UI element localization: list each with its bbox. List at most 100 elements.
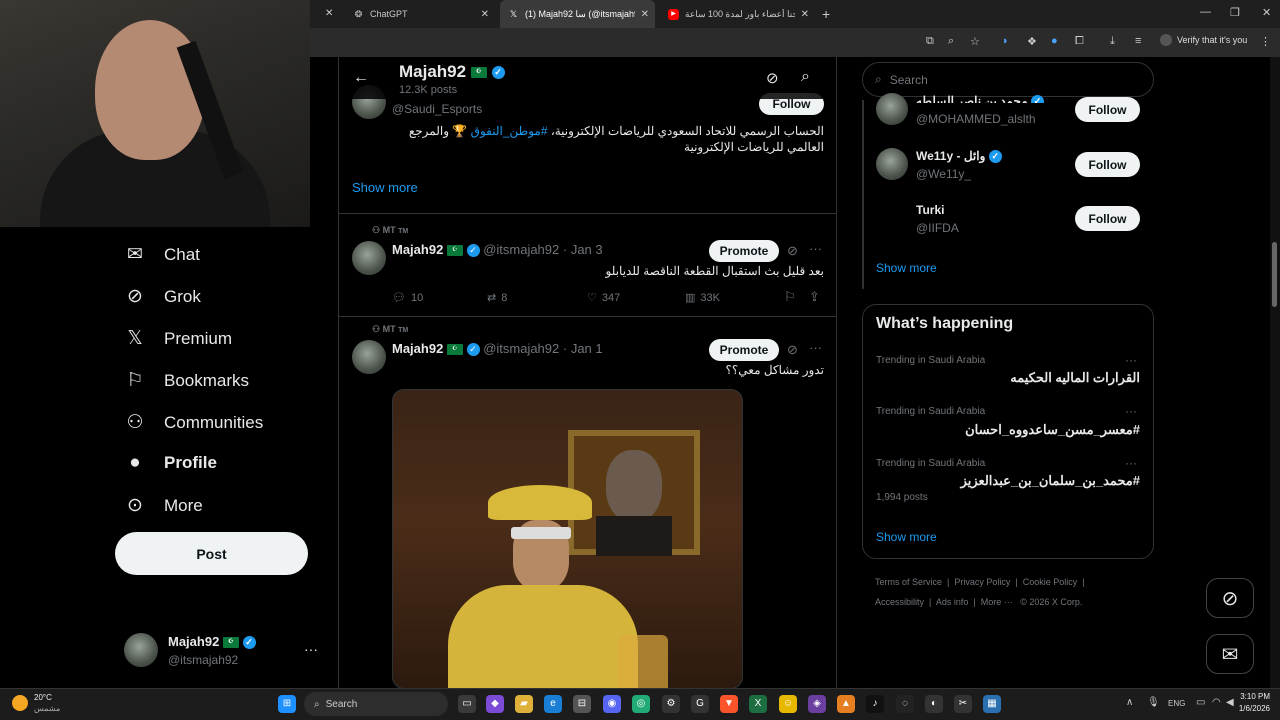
grok-icon[interactable]: ⊘ bbox=[787, 342, 798, 358]
suggestion-handle[interactable]: @MOHAMMED_alslth bbox=[916, 112, 1036, 126]
reply-button[interactable]: 💬︎ 10 bbox=[392, 291, 423, 305]
file-explorer-icon[interactable]: ▰ bbox=[515, 695, 533, 713]
post-author-name[interactable]: Majah92 bbox=[392, 242, 443, 257]
post-date[interactable]: · Jan 3 bbox=[563, 242, 603, 257]
grok-icon[interactable]: ⊘ bbox=[766, 69, 779, 87]
grok-fab[interactable]: ⊘ bbox=[1206, 578, 1254, 618]
repost-button[interactable]: ⇄ 8 bbox=[487, 291, 507, 305]
app-icon[interactable]: ☺ bbox=[779, 695, 797, 713]
discord-icon[interactable]: ◉ bbox=[603, 695, 621, 713]
restore-icon[interactable]: ❐ bbox=[1230, 6, 1240, 19]
share-icon[interactable]: ⇪ bbox=[809, 289, 820, 305]
minimize-icon[interactable]: — bbox=[1200, 6, 1211, 18]
show-more-link[interactable]: Show more bbox=[876, 530, 937, 544]
edge-icon[interactable]: e bbox=[544, 695, 562, 713]
download-icon[interactable]: ⤓ bbox=[1110, 35, 1115, 48]
terms-link[interactable]: Terms of Service bbox=[875, 577, 942, 587]
sidebar-item-chat[interactable]: ✉ Chat bbox=[124, 243, 200, 266]
menu-icon[interactable]: ⋮ bbox=[1260, 35, 1271, 48]
post-author-name[interactable]: Majah92 bbox=[392, 341, 443, 356]
extension-icon[interactable]: ❖ bbox=[1027, 35, 1037, 48]
follow-button[interactable]: Follow bbox=[1075, 152, 1140, 177]
like-button[interactable]: ♡ 347 bbox=[587, 291, 620, 305]
app-icon[interactable]: ◈ bbox=[808, 695, 826, 713]
sidebar-item-grok[interactable]: ⊘ Grok bbox=[124, 285, 201, 308]
weather-sun-icon[interactable] bbox=[12, 695, 28, 711]
star-icon[interactable]: ☆ bbox=[970, 35, 980, 48]
trend-title[interactable]: القرارات الماليه الحكيمه bbox=[1010, 370, 1140, 386]
ads-info-link[interactable]: Ads info bbox=[936, 597, 969, 607]
avatar[interactable] bbox=[876, 148, 908, 180]
suggestion-name[interactable]: محمد بن ناصر السلطه bbox=[916, 94, 1028, 103]
privacy-link[interactable]: Privacy Policy bbox=[954, 577, 1010, 587]
avatar[interactable] bbox=[876, 93, 908, 125]
promote-button[interactable]: Promote bbox=[709, 339, 779, 361]
extension-icon[interactable]: ● bbox=[1051, 35, 1058, 47]
scrollbar-thumb[interactable] bbox=[1272, 242, 1277, 307]
close-tab-icon[interactable]: ✕ bbox=[801, 9, 809, 20]
post-author-handle[interactable]: @itsmajah92 bbox=[483, 341, 559, 356]
close-tab-icon[interactable]: ✕ bbox=[325, 8, 333, 19]
sidebar-item-communities[interactable]: ⚇ Communities bbox=[124, 411, 263, 434]
clock-time[interactable]: 3:10 PM bbox=[1232, 692, 1270, 701]
close-tab-icon[interactable]: ✕ bbox=[641, 9, 649, 20]
avatar[interactable] bbox=[352, 241, 386, 275]
account-more-icon[interactable]: ··· bbox=[304, 641, 318, 657]
accessibility-link[interactable]: Accessibility bbox=[875, 597, 924, 607]
copilot-icon[interactable]: ◆ bbox=[486, 695, 504, 713]
more-icon[interactable]: ··· bbox=[809, 340, 822, 355]
promote-button[interactable]: Promote bbox=[709, 240, 779, 262]
suggestion-name[interactable]: We11y - وائل bbox=[916, 149, 985, 163]
clock-date[interactable]: 1/6/2026 bbox=[1232, 704, 1270, 713]
trend-title[interactable]: #محمد_بن_سلمان_بن_عبدالعزيز bbox=[961, 473, 1140, 489]
app-icon[interactable]: G bbox=[691, 695, 709, 713]
post-button[interactable]: Post bbox=[115, 532, 308, 575]
suggestion-handle[interactable]: @IIFDA bbox=[916, 221, 959, 235]
search-icon[interactable]: ⌕ bbox=[801, 68, 810, 86]
settings-icon[interactable]: ⚙ bbox=[662, 695, 680, 713]
new-tab-icon[interactable]: + bbox=[822, 6, 830, 22]
screen-icon[interactable]: ⧉ bbox=[926, 35, 934, 48]
app-icon[interactable]: ◐ bbox=[925, 695, 943, 713]
app-icon[interactable]: ◌ bbox=[896, 695, 914, 713]
task-view-icon[interactable]: ▭ bbox=[458, 695, 476, 713]
chrome-icon[interactable]: ◎ bbox=[632, 695, 650, 713]
cookie-link[interactable]: Cookie Policy bbox=[1023, 577, 1078, 587]
language-indicator[interactable]: ENG bbox=[1168, 699, 1185, 708]
tab-majah92[interactable]: 𝕏 (1) Majah92 سا (@itsmajah92) / ✕ bbox=[500, 0, 655, 28]
bookmark-icon[interactable]: ⚐ bbox=[784, 289, 796, 305]
zoom-icon[interactable]: ⌕ bbox=[948, 35, 954, 48]
chevron-up-icon[interactable]: ∧ bbox=[1126, 697, 1133, 708]
app-icon[interactable]: ▦ bbox=[983, 695, 1001, 713]
more-icon[interactable]: ··· bbox=[1125, 456, 1137, 470]
capcut-icon[interactable]: ✂ bbox=[954, 695, 972, 713]
weather-temp[interactable]: 20°C bbox=[34, 693, 52, 702]
sidebar-item-profile[interactable]: ● Profile bbox=[124, 452, 217, 474]
sidebar-item-bookmarks[interactable]: ⚐ Bookmarks bbox=[124, 369, 249, 392]
taskbar-search[interactable]: ⌕ Search bbox=[304, 692, 448, 716]
back-arrow-icon[interactable]: ← bbox=[353, 69, 369, 87]
store-icon[interactable]: ⊟ bbox=[573, 695, 591, 713]
app-icon[interactable]: ▲ bbox=[837, 695, 855, 713]
sidebar-item-more[interactable]: ⊙ More bbox=[124, 494, 203, 517]
more-icon[interactable]: ··· bbox=[809, 241, 822, 256]
hashtag-link[interactable]: #موطن_النفوق bbox=[471, 124, 548, 138]
suggestion-handle[interactable]: @We11y_ bbox=[916, 167, 971, 181]
brave-icon[interactable]: ▼ bbox=[720, 695, 738, 713]
extension-icon[interactable]: ◗ bbox=[1002, 35, 1009, 47]
tab-chatgpt[interactable]: ❂ ChatGPT ✕ bbox=[345, 0, 495, 28]
windows-start-icon[interactable]: ⊞ bbox=[278, 695, 296, 713]
playlist-icon[interactable]: ≡ bbox=[1135, 35, 1141, 47]
search-input[interactable]: ⌕ Search bbox=[862, 62, 1154, 97]
monitor-icon[interactable]: ▭ bbox=[1196, 697, 1205, 708]
trend-title[interactable]: #معسر_مسن_ساعدووه_احسان bbox=[965, 422, 1140, 438]
post-date[interactable]: · Jan 1 bbox=[563, 341, 603, 356]
show-more-link[interactable]: Show more bbox=[876, 261, 937, 275]
sidebar-item-premium[interactable]: 𝕏 Premium bbox=[124, 327, 232, 350]
grok-icon[interactable]: ⊘ bbox=[787, 243, 798, 259]
follow-button[interactable]: Follow bbox=[1075, 206, 1140, 231]
puzzle-icon[interactable]: ⧠ bbox=[1075, 35, 1084, 48]
follow-button[interactable]: Follow bbox=[1075, 97, 1140, 122]
scrollbar[interactable] bbox=[1270, 57, 1280, 688]
close-window-icon[interactable]: ✕ bbox=[1262, 6, 1271, 19]
